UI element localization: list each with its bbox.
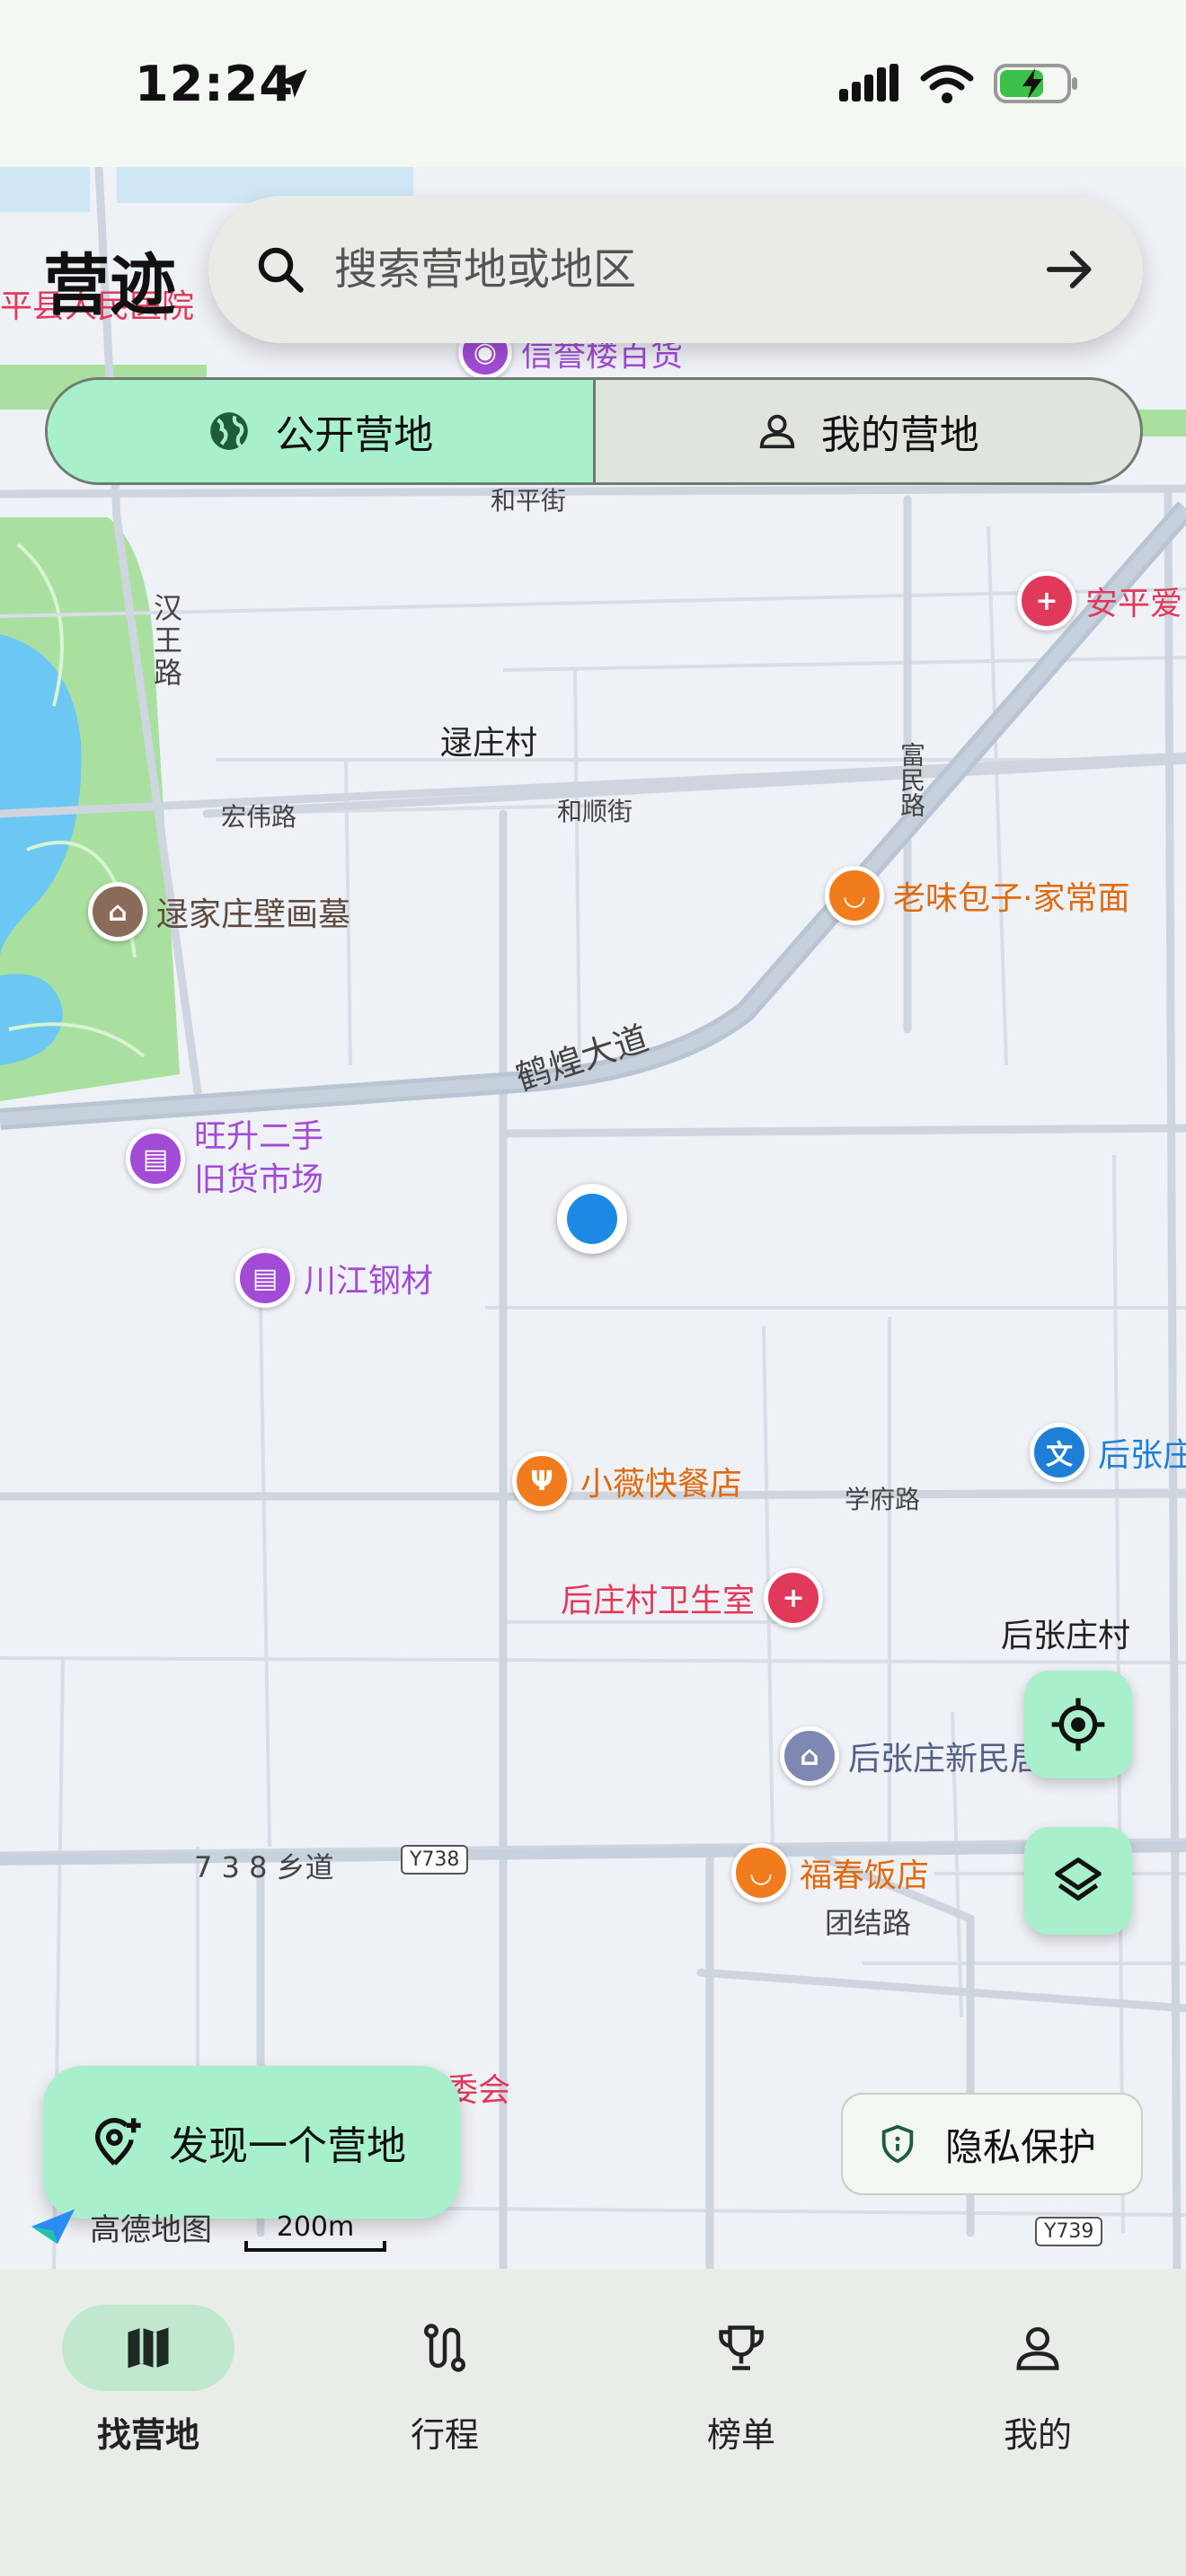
landmark-icon: ⌂ bbox=[88, 882, 147, 941]
road-badge: Y738 bbox=[401, 1845, 469, 1875]
poi-label: 后张庄新民居 bbox=[848, 1741, 1043, 1778]
person-icon bbox=[759, 414, 794, 449]
battery-charging-icon bbox=[994, 64, 1077, 103]
poi-label: 旺升二手 bbox=[194, 1118, 324, 1155]
school-icon: 文 bbox=[1030, 1423, 1089, 1482]
status-time: 12:24 bbox=[135, 56, 294, 112]
poi-label: 川江钢材 bbox=[304, 1263, 434, 1300]
poi-clinic[interactable]: + 安平爱 bbox=[1017, 571, 1182, 631]
nav-icon-wrap bbox=[358, 2305, 531, 2391]
nav-icon-wrap bbox=[655, 2305, 828, 2391]
nav-profile[interactable]: 我的 bbox=[890, 2269, 1186, 2576]
poi-label: 老味包子·家常面 bbox=[893, 880, 1130, 917]
road-badge: Y739 bbox=[1035, 2217, 1103, 2246]
amap-logo-icon bbox=[31, 2209, 75, 2245]
noodle-bowl-icon: ◡ bbox=[825, 866, 884, 925]
poi-residence[interactable]: ⌂ 后张庄新民居 bbox=[780, 1726, 1042, 1786]
road-label: 和平街 bbox=[491, 486, 567, 516]
search-icon bbox=[258, 247, 304, 293]
wifi-icon bbox=[920, 65, 974, 103]
camp-scope-toggle[interactable]: 公开营地 我的营地 bbox=[45, 377, 1143, 485]
road-label: 富民路 bbox=[897, 742, 926, 817]
shop-icon: ▤ bbox=[235, 1248, 295, 1308]
fork-knife-icon: Ψ bbox=[512, 1451, 571, 1511]
poi-label: 逯家庄壁画墓 bbox=[156, 896, 351, 933]
road-label: 和顺街 bbox=[557, 797, 633, 826]
poi-restaurant[interactable]: ◡ 老味包子·家常面 bbox=[825, 866, 1129, 925]
route-icon bbox=[424, 2324, 465, 2372]
road-label: 宏伟路 bbox=[221, 802, 297, 832]
add-location-icon bbox=[94, 2118, 141, 2166]
poi-restaurant[interactable]: ◡ 福春饭店 bbox=[731, 1843, 929, 1902]
medical-cross-icon: + bbox=[764, 1568, 824, 1628]
layers-icon bbox=[1055, 1857, 1102, 1901]
medical-cross-icon: + bbox=[1017, 571, 1076, 631]
discover-label: 发现一个营地 bbox=[169, 2123, 406, 2169]
privacy-button[interactable]: 隐私保护 bbox=[841, 2093, 1143, 2195]
privacy-label: 隐私保护 bbox=[945, 2124, 1097, 2169]
road-label: 学府路 bbox=[845, 1485, 921, 1514]
tab-my-camps[interactable]: 我的营地 bbox=[596, 380, 1141, 482]
shop-icon: ▤ bbox=[126, 1129, 185, 1188]
nav-label: 榜单 bbox=[706, 2415, 775, 2455]
place-label: 后张庄村 bbox=[1001, 1618, 1131, 1654]
place-label: 逯庄村 bbox=[440, 725, 538, 762]
tab-label: 公开营地 bbox=[275, 412, 434, 458]
nav-label: 行程 bbox=[410, 2415, 479, 2455]
poi-label: 后张庄 bbox=[1098, 1437, 1186, 1474]
shield-icon bbox=[881, 2124, 914, 2164]
road-label: 7 3 8 乡道 bbox=[194, 1850, 334, 1884]
tab-label: 我的营地 bbox=[820, 412, 979, 458]
poi-label: 小薇快餐店 bbox=[580, 1466, 743, 1503]
nav-label: 找营地 bbox=[96, 2415, 199, 2455]
poi-tomb[interactable]: ⌂ 逯家庄壁画墓 bbox=[88, 882, 350, 941]
poi-label: 安平爱 bbox=[1085, 586, 1183, 622]
globe-icon bbox=[210, 412, 249, 450]
person-icon bbox=[1016, 2326, 1059, 2370]
trophy-icon bbox=[719, 2325, 764, 2370]
road-label: 团结路 bbox=[825, 1906, 912, 1940]
map-provider-name: 高德地图 bbox=[90, 2211, 212, 2248]
road-label: 汉王路 bbox=[149, 593, 183, 690]
crosshair-icon bbox=[1051, 1698, 1105, 1751]
nav-icon-wrap bbox=[951, 2305, 1124, 2391]
poi-fast-food[interactable]: Ψ 小薇快餐店 bbox=[512, 1451, 742, 1511]
app-title: 营迹 bbox=[43, 247, 176, 324]
status-bar: 12:24 bbox=[0, 0, 1186, 167]
nav-icon-wrap bbox=[62, 2305, 235, 2391]
nav-label: 我的 bbox=[1003, 2415, 1072, 2455]
poi-label: 旧货市场 bbox=[194, 1161, 324, 1198]
bottom-navigation: 找营地 行程 榜单 我的 bbox=[0, 2269, 1186, 2576]
noodle-bowl-icon: ◡ bbox=[731, 1843, 791, 1902]
nav-leaderboard[interactable]: 榜单 bbox=[593, 2269, 890, 2576]
nav-find-camp[interactable]: 找营地 bbox=[0, 2269, 296, 2576]
cellular-signal-icon bbox=[839, 64, 898, 101]
map-layers-button[interactable] bbox=[1024, 1827, 1132, 1935]
building-icon: ⌂ bbox=[780, 1726, 839, 1786]
poi-market[interactable]: ▤ 旺升二手 旧货市场 bbox=[126, 1116, 323, 1202]
poi-steel[interactable]: ▤ 川江钢材 bbox=[235, 1248, 433, 1308]
poi-label: 福春饭店 bbox=[800, 1857, 930, 1894]
current-location-marker bbox=[557, 1184, 627, 1254]
location-arrow-icon bbox=[279, 69, 307, 98]
tab-public-camps[interactable]: 公开营地 bbox=[48, 380, 596, 482]
map-icon bbox=[128, 2327, 169, 2369]
poi-health-station[interactable]: + 后庄村卫生室 bbox=[561, 1568, 824, 1628]
arrow-right-icon[interactable] bbox=[1042, 242, 1098, 297]
discover-camp-button[interactable]: 发现一个营地 bbox=[43, 2066, 460, 2219]
poi-label: 后庄村卫生室 bbox=[561, 1583, 756, 1619]
poi-school[interactable]: 文 后张庄 bbox=[1030, 1423, 1186, 1482]
locate-me-button[interactable] bbox=[1024, 1671, 1132, 1778]
nav-trips[interactable]: 行程 bbox=[296, 2269, 593, 2576]
status-indicators bbox=[839, 63, 1080, 104]
search-input[interactable] bbox=[334, 244, 1042, 295]
map-scale: 200m bbox=[244, 2211, 386, 2252]
scale-label: 200m bbox=[276, 2211, 355, 2243]
search-bar[interactable] bbox=[208, 196, 1143, 343]
map-provider-logo: 高德地图 bbox=[27, 2204, 212, 2249]
